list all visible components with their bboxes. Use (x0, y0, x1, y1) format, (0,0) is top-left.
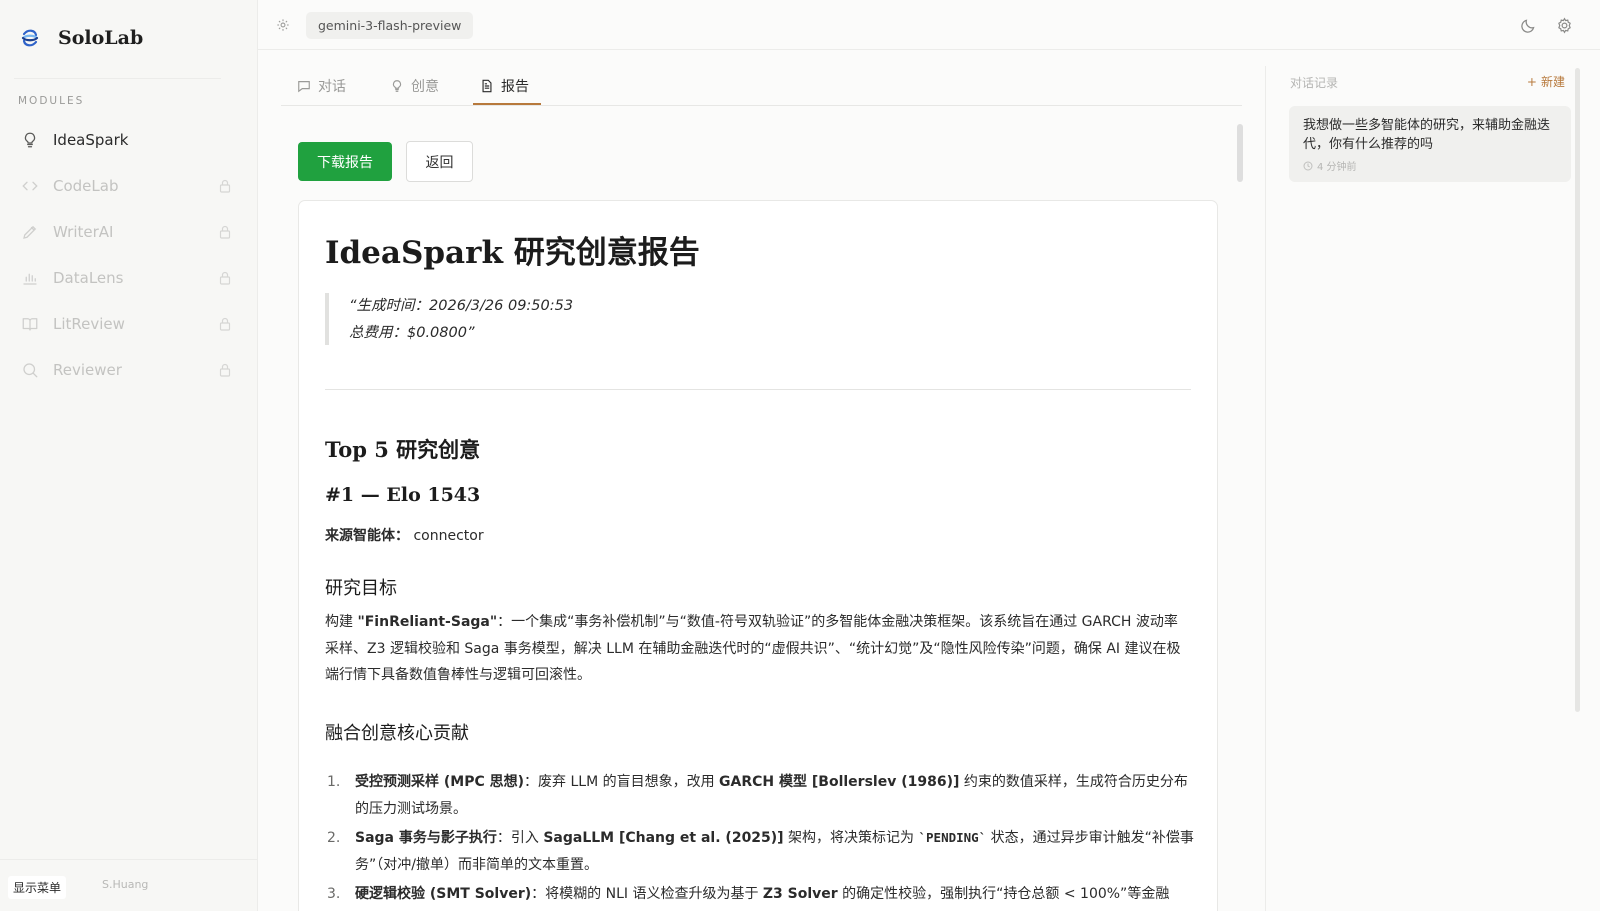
tab-chat[interactable]: 对话 (297, 66, 346, 106)
code-icon (20, 176, 40, 196)
brand-name: SoloLab (58, 27, 144, 49)
view-tabs: 对话 创意 报告 (281, 66, 1242, 106)
sidebar-item-datalens[interactable]: DataLens (0, 255, 258, 301)
top-ideas-heading: Top 5 研究创意 (325, 437, 481, 462)
sidebar-item-writerai[interactable]: WriterAI (0, 209, 258, 255)
goal-paragraph: 构建 "FinReliant-Saga"：一个集成“事务补偿机制”与“数值-符号… (325, 609, 1187, 689)
list-item: 2. Saga 事务与影子执行：引入 SagaLLM [Chang et al. … (327, 830, 1194, 873)
pen-icon (20, 222, 40, 242)
inline-code: `PENDING` (918, 830, 987, 845)
source-value: connector (413, 528, 484, 544)
sololab-logo-icon (21, 29, 39, 47)
show-menu-button[interactable]: 显示菜单 (8, 876, 67, 899)
bar-chart-icon (20, 268, 40, 288)
total-cost: 总费用：$0.0800” (349, 325, 475, 341)
brand[interactable]: SoloLab (18, 26, 143, 50)
lightbulb-icon (20, 130, 40, 150)
history-panel: 对话记录 + 新建 我想做一些多智能体的研究，来辅助金融迭代，你有什么推荐的吗 … (1265, 66, 1600, 911)
idea-title: #1 — Elo 1543 (325, 484, 481, 506)
contribution-list: 1. 受控预测采样 (MPC 思想)：废弃 LLM 的盲目想象，改用 GARCH … (325, 769, 1195, 911)
history-scrollbar[interactable] (1575, 68, 1580, 712)
source-label: 来源智能体： (325, 528, 409, 544)
tab-label: 创意 (411, 79, 439, 95)
project-name: "FinReliant-Saga" (357, 614, 498, 630)
sidebar-item-ideaspark[interactable]: IdeaSpark (0, 117, 258, 163)
report-meta-quote: “生成时间：2026/3/26 09:50:53 总费用：$0.0800” (325, 293, 885, 345)
sidebar-item-codelab[interactable]: CodeLab (0, 163, 258, 209)
settings-icon[interactable] (1556, 17, 1573, 34)
idea-source: 来源智能体： connector (325, 525, 484, 545)
list-item: 1. 受控预测采样 (MPC 思想)：废弃 LLM 的盲目想象，改用 GARCH … (327, 774, 1188, 817)
sidebar-divider (14, 78, 221, 79)
plus-icon: + (1526, 74, 1537, 89)
user-name[interactable]: S.Huang (102, 878, 148, 891)
clock-icon (1303, 161, 1313, 170)
model-selector[interactable]: gemini-3-flash-preview (306, 12, 474, 39)
back-button[interactable]: 返回 (406, 141, 473, 182)
main-scrollbar[interactable] (1237, 124, 1243, 182)
chat-icon (298, 81, 310, 93)
contrib-heading: 融合创意核心贡献 (325, 723, 469, 744)
tab-report[interactable]: 报告 (480, 66, 529, 106)
sidebar-item-label: IdeaSpark (53, 131, 129, 149)
model-settings-icon[interactable] (276, 18, 290, 32)
sidebar-item-label: Reviewer (53, 361, 122, 379)
tab-label: 对话 (318, 79, 346, 95)
document-icon (482, 79, 492, 93)
history-title: 对话记录 (1290, 76, 1339, 90)
conversation-time: 4 分钟前 (1303, 158, 1557, 173)
search-icon (20, 360, 40, 380)
topbar: gemini-3-flash-preview (258, 0, 1600, 50)
sidebar-item-label: WriterAI (53, 223, 114, 241)
report-title: IdeaSpark 研究创意报告 (325, 235, 700, 271)
goal-prefix: 构建 (325, 614, 358, 630)
lock-icon (219, 363, 231, 377)
conversation-text: 我想做一些多智能体的研究，来辅助金融迭代，你有什么推荐的吗 (1303, 118, 1551, 152)
book-icon (20, 314, 40, 334)
sidebar-item-litreview[interactable]: LitReview (0, 301, 258, 347)
download-report-button[interactable]: 下载报告 (298, 142, 392, 181)
new-chat-label: 新建 (1540, 75, 1565, 89)
modules-label: MODULES (18, 95, 85, 107)
lock-icon (219, 179, 231, 193)
moon-icon[interactable] (1520, 17, 1537, 34)
list-item: 3. 硬逻辑校验 (SMT Solver)：将模糊的 NLI 语义检查升级为基于 … (327, 886, 1170, 902)
active-tab-indicator (473, 103, 541, 105)
section-divider (325, 389, 1191, 390)
generated-time: “生成时间：2026/3/26 09:50:53 (349, 298, 574, 314)
lock-icon (219, 225, 231, 239)
tab-ideas[interactable]: 创意 (390, 66, 439, 106)
report-card: IdeaSpark 研究创意报告 “生成时间：2026/3/26 09:50:5… (298, 200, 1218, 911)
goal-heading: 研究目标 (325, 578, 397, 599)
sidebar-item-label: DataLens (53, 269, 124, 287)
new-chat-button[interactable]: + 新建 (1527, 73, 1565, 90)
lock-icon (219, 317, 231, 331)
conversation-item[interactable]: 我想做一些多智能体的研究，来辅助金融迭代，你有什么推荐的吗 4 分钟前 (1289, 106, 1571, 182)
lightbulb-icon (392, 80, 402, 92)
sidebar-item-label: CodeLab (53, 177, 119, 195)
sidebar: SoloLab MODULES IdeaSpark CodeLab Writer… (0, 0, 258, 911)
tab-label: 报告 (501, 79, 529, 95)
sidebar-item-label: LitReview (53, 315, 125, 333)
sidebar-footer: 显示菜单 S.Huang (0, 859, 258, 911)
sidebar-item-reviewer[interactable]: Reviewer (0, 347, 258, 393)
module-nav: IdeaSpark CodeLab WriterAI DataLens LitR… (0, 117, 258, 393)
lock-icon (219, 271, 231, 285)
